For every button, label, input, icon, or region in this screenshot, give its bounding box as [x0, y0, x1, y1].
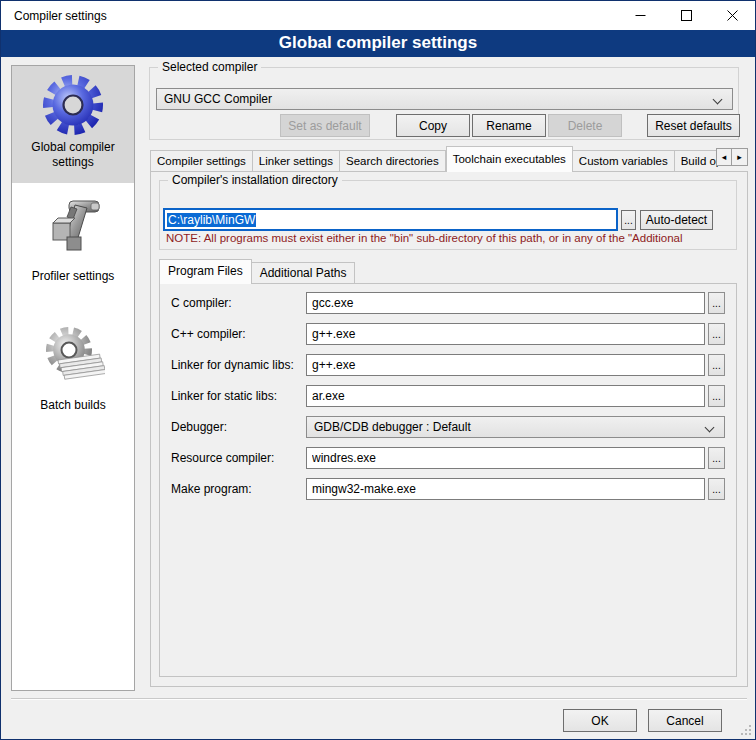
install-dir-input[interactable]: C:\raylib\MinGW	[163, 208, 618, 231]
sidebar-item-profiler-settings[interactable]: Profiler settings	[12, 183, 134, 284]
group-label: Selected compiler	[158, 60, 261, 74]
close-icon	[727, 10, 738, 21]
field-label: Debugger:	[171, 416, 227, 438]
minimize-icon	[635, 10, 646, 21]
form-row-cpp-compiler: C++ compiler: ...	[160, 323, 736, 345]
install-dir-browse-button[interactable]: ...	[621, 210, 636, 230]
tab-additional-paths[interactable]: Additional Paths	[252, 262, 356, 284]
reset-defaults-button[interactable]: Reset defaults	[647, 114, 740, 137]
tab-custom-variables[interactable]: Custom variables	[573, 150, 675, 172]
footer-separator	[11, 698, 747, 700]
linker-dynamic-browse-button[interactable]: ...	[708, 354, 725, 376]
resize-grip[interactable]	[740, 724, 752, 736]
form-row-debugger: Debugger: GDB/CDB debugger : Default	[160, 416, 736, 438]
form-row-c-compiler: C compiler: ...	[160, 292, 736, 314]
dialog-header: Global compiler settings	[1, 30, 755, 57]
tab-linker-settings[interactable]: Linker settings	[253, 150, 340, 172]
form-row-make-program: Make program: ...	[160, 478, 736, 500]
rename-button[interactable]: Rename	[472, 114, 546, 137]
cpp-compiler-input[interactable]	[306, 323, 705, 345]
group-label: Compiler's installation directory	[168, 173, 342, 187]
left-arrow-icon: ◂	[722, 152, 727, 162]
right-arrow-icon: ▸	[737, 152, 742, 162]
field-label: Linker for dynamic libs:	[171, 354, 294, 376]
linker-static-input[interactable]	[306, 385, 705, 407]
selected-compiler-group: Selected compiler GNU GCC Compiler Set a…	[149, 67, 739, 140]
field-label: C++ compiler:	[171, 323, 246, 345]
installation-directory-group: Compiler's installation directory C:\ray…	[159, 180, 737, 250]
c-compiler-input[interactable]	[306, 292, 705, 314]
form-row-linker-dynamic: Linker for dynamic libs: ...	[160, 354, 736, 376]
tab-build-options[interactable]: Build options	[675, 150, 722, 172]
tab-scroll-arrows: ◂ ▸	[716, 148, 748, 166]
selected-compiler-value: GNU GCC Compiler	[164, 92, 272, 106]
close-button[interactable]	[709, 1, 755, 30]
sidebar-item-label: Global compiler settings	[12, 140, 134, 170]
debugger-value: GDB/CDB debugger : Default	[314, 420, 471, 434]
sidebar-item-label: Profiler settings	[32, 269, 115, 284]
resource-compiler-browse-button[interactable]: ...	[708, 447, 725, 469]
maximize-button[interactable]	[663, 1, 709, 30]
delete-button[interactable]: Delete	[548, 114, 622, 137]
sidebar-item-batch-builds[interactable]: Batch builds	[12, 284, 134, 413]
field-label: Linker for static libs:	[171, 385, 277, 407]
copy-button[interactable]: Copy	[396, 114, 470, 137]
gear-blue-icon	[41, 73, 105, 137]
tab-toolchain-executables[interactable]: Toolchain executables	[446, 146, 573, 172]
settings-tabstrip: Compiler settings Linker settings Search…	[150, 146, 722, 172]
auto-detect-button[interactable]: Auto-detect	[640, 210, 713, 230]
field-label: C compiler:	[171, 292, 232, 314]
toolchain-executables-page: Compiler's installation directory C:\ray…	[150, 171, 748, 687]
window-controls	[617, 1, 755, 30]
field-label: Resource compiler:	[171, 447, 274, 469]
sidebar-item-global-compiler-settings[interactable]: Global compiler settings	[12, 66, 134, 183]
make-program-browse-button[interactable]: ...	[708, 478, 725, 500]
maximize-icon	[681, 10, 692, 21]
tab-scroll-left-button[interactable]: ◂	[716, 148, 732, 166]
window-title: Compiler settings	[14, 9, 107, 23]
tab-search-directories[interactable]: Search directories	[340, 150, 446, 172]
settings-category-list: Global compiler settings Pro	[11, 65, 135, 691]
linker-dynamic-input[interactable]	[306, 354, 705, 376]
ok-button[interactable]: OK	[563, 709, 637, 732]
program-files-page: C compiler: ... C++ compiler: ... Linker…	[159, 283, 737, 677]
profiler-caliper-icon	[41, 193, 105, 257]
selected-compiler-combobox[interactable]: GNU GCC Compiler	[156, 88, 733, 110]
debugger-combobox[interactable]: GDB/CDB debugger : Default	[306, 416, 725, 438]
compiler-settings-dialog: Compiler settings Global compiler settin…	[0, 0, 756, 740]
titlebar: Compiler settings	[1, 1, 755, 30]
tab-scroll-right-button[interactable]: ▸	[732, 148, 748, 166]
chevron-down-icon	[713, 95, 723, 105]
batch-builds-icon	[41, 324, 105, 388]
cpp-compiler-browse-button[interactable]: ...	[708, 323, 725, 345]
minimize-button[interactable]	[617, 1, 663, 30]
set-as-default-button[interactable]: Set as default	[280, 114, 370, 137]
sidebar-item-label: Batch builds	[40, 398, 105, 413]
tab-compiler-settings[interactable]: Compiler settings	[150, 150, 253, 172]
field-label: Make program:	[171, 478, 252, 500]
c-compiler-browse-button[interactable]: ...	[708, 292, 725, 314]
linker-static-browse-button[interactable]: ...	[708, 385, 725, 407]
resource-compiler-input[interactable]	[306, 447, 705, 469]
install-dir-value: C:\raylib\MinGW	[167, 213, 256, 227]
tab-program-files[interactable]: Program Files	[159, 259, 252, 284]
form-row-linker-static: Linker for static libs: ...	[160, 385, 736, 407]
note-text: NOTE: All programs must exist either in …	[166, 232, 732, 244]
chevron-down-icon	[705, 423, 715, 433]
form-row-resource-compiler: Resource compiler: ...	[160, 447, 736, 469]
program-files-tabstrip: Program Files Additional Paths	[159, 259, 355, 284]
cancel-button[interactable]: Cancel	[648, 709, 722, 732]
make-program-input[interactable]	[306, 478, 705, 500]
